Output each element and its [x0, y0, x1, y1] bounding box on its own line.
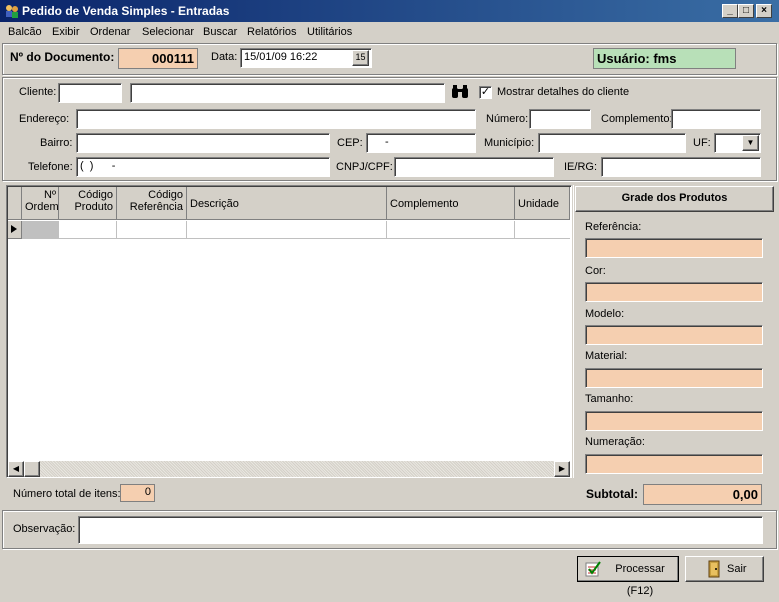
ie-field[interactable]: [601, 157, 761, 177]
municipio-field[interactable]: [538, 133, 686, 153]
modelo-field[interactable]: [585, 325, 763, 345]
endereco-field[interactable]: [76, 109, 476, 129]
table-row[interactable]: [22, 221, 59, 239]
table-cell[interactable]: [117, 221, 187, 239]
col-ordem[interactable]: Nº Ordem: [22, 187, 59, 220]
numero-field[interactable]: [529, 109, 591, 129]
processar-button[interactable]: Processar (F12): [577, 556, 679, 597]
obs-label: Observação:: [13, 523, 76, 535]
tamanho-field[interactable]: [585, 411, 763, 431]
menu-ordenar[interactable]: Ordenar: [90, 26, 130, 38]
menu-relatorios[interactable]: Relatórios: [247, 26, 297, 38]
subtotal-value: 0,00: [643, 484, 762, 505]
itens-count: 0: [120, 484, 155, 502]
menu-buscar[interactable]: Buscar: [203, 26, 237, 38]
menu-balcao[interactable]: Balcão: [8, 26, 42, 38]
row-indicator: [8, 221, 22, 239]
numero-label: Número:: [486, 113, 529, 125]
cnpj-label: CNPJ/CPF:: [336, 161, 393, 173]
app-icon: [6, 5, 18, 18]
cor-label: Cor:: [585, 265, 606, 277]
complemento-field[interactable]: [671, 109, 761, 129]
bairro-label: Bairro:: [40, 137, 73, 149]
title-bar: Pedido de Venda Simples - Entradas _ □ ×: [0, 0, 779, 22]
scroll-right-icon[interactable]: ▶: [554, 461, 570, 477]
sair-button[interactable]: Sair: [685, 556, 764, 582]
telefone-field[interactable]: ( ) -: [76, 157, 330, 177]
mostrar-detalhes-label: Mostrar detalhes do cliente: [497, 86, 630, 98]
menu-exibir[interactable]: Exibir: [52, 26, 80, 38]
ie-label: IE/RG:: [564, 161, 598, 173]
processar-label: Processar (F12): [615, 563, 665, 597]
horizontal-scrollbar[interactable]: [8, 461, 570, 477]
menu-selecionar[interactable]: Selecionar: [142, 26, 194, 38]
scroll-left-icon[interactable]: ◀: [8, 461, 24, 477]
cliente-label: Cliente:: [19, 86, 57, 98]
col-codigo-referencia[interactable]: Código Referência: [117, 187, 187, 220]
itens-label: Número total de itens:: [13, 488, 121, 500]
numeracao-label: Numeração:: [585, 436, 645, 448]
grade-title: Grade dos Produtos: [575, 186, 774, 212]
subtotal-label: Subtotal:: [586, 487, 638, 501]
col-unidade[interactable]: Unidade: [515, 187, 570, 220]
cep-value: -: [385, 136, 389, 148]
process-check-icon: [585, 561, 601, 577]
cor-field[interactable]: [585, 282, 763, 302]
table-cell[interactable]: [59, 221, 117, 239]
cep-field[interactable]: -: [366, 133, 476, 153]
user-field: Usuário: fms: [593, 48, 736, 69]
cep-label: CEP:: [337, 137, 363, 149]
cnpj-field[interactable]: [394, 157, 554, 177]
material-label: Material:: [585, 350, 628, 362]
doc-number-field: 000111: [118, 48, 198, 69]
telefone-value: ( ) -: [80, 160, 116, 172]
table-cell[interactable]: [387, 221, 515, 239]
cliente-code-field[interactable]: [58, 83, 122, 103]
col-complemento[interactable]: Complemento: [387, 187, 515, 220]
exit-door-icon: [708, 560, 720, 578]
current-row-arrow-icon: [11, 225, 17, 233]
window-title: Pedido de Venda Simples - Entradas: [22, 4, 230, 18]
binoculars-icon[interactable]: [451, 85, 469, 99]
date-label: Data:: [211, 51, 238, 63]
bairro-field[interactable]: [76, 133, 330, 153]
endereco-label: Endereço:: [19, 113, 70, 125]
calendar-icon[interactable]: 15: [352, 50, 369, 66]
tamanho-label: Tamanho:: [585, 393, 634, 405]
doc-number-label: Nº do Documento:: [10, 50, 115, 64]
referencia-field[interactable]: [585, 238, 763, 258]
menu-utilitarios[interactable]: Utilitários: [307, 26, 352, 38]
telefone-label: Telefone:: [28, 161, 73, 173]
complemento-label: Complemento:: [601, 113, 673, 125]
table-cell[interactable]: [187, 221, 387, 239]
municipio-label: Município:: [484, 137, 535, 149]
menu-bar: Balcão Exibir Ordenar Selecionar Buscar …: [0, 22, 779, 42]
maximize-button[interactable]: □: [738, 4, 754, 18]
numeracao-field[interactable]: [585, 454, 763, 474]
cliente-name-field[interactable]: [130, 83, 445, 103]
referencia-label: Referência:: [585, 221, 642, 233]
date-value: 15/01/09 16:22: [244, 51, 318, 63]
scroll-thumb[interactable]: [24, 461, 40, 477]
table-cell[interactable]: [515, 221, 570, 239]
grid-indicator-header: [8, 187, 22, 220]
col-codigo-produto[interactable]: Código Produto: [59, 187, 117, 220]
material-field[interactable]: [585, 368, 763, 388]
close-button[interactable]: ×: [756, 4, 772, 18]
minimize-button[interactable]: _: [722, 4, 738, 18]
chevron-down-icon[interactable]: ▼: [742, 135, 759, 151]
modelo-label: Modelo:: [585, 308, 625, 320]
sair-label: Sair: [727, 563, 747, 575]
col-descricao[interactable]: Descrição: [187, 187, 387, 220]
uf-label: UF:: [693, 137, 711, 149]
mostrar-detalhes-checkbox[interactable]: ✓: [479, 86, 492, 99]
obs-field[interactable]: [78, 516, 763, 544]
